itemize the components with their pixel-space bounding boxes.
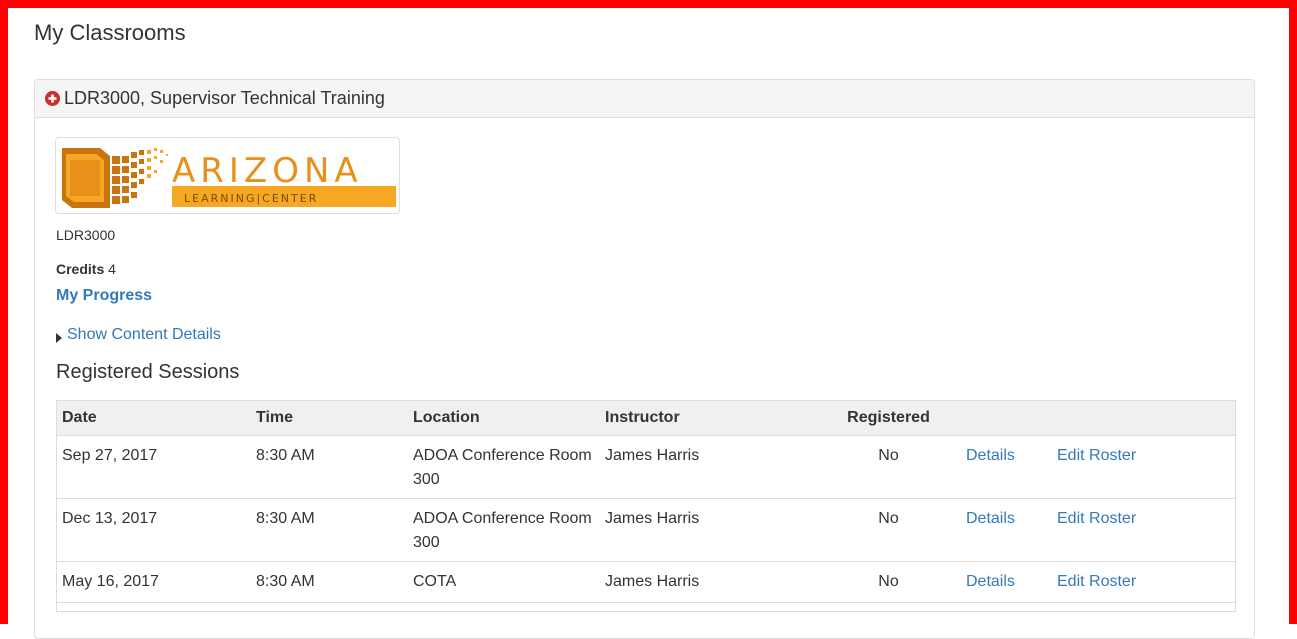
cell-instructor: James Harris — [600, 435, 811, 499]
table-row: May 16, 2017 8:30 AM COTA James Harris N… — [57, 561, 1235, 603]
classroom-panel: LDR3000, Supervisor Technical Training A… — [34, 79, 1255, 639]
caret-right-icon — [56, 330, 62, 343]
cell-date: Dec 13, 2017 — [57, 498, 251, 562]
panel-header[interactable]: LDR3000, Supervisor Technical Training — [35, 80, 1254, 118]
details-link[interactable]: Details — [966, 447, 1015, 464]
cell-location: ADOA Conference Room 300 — [408, 498, 600, 562]
cell-edit: Edit Roster — [1052, 498, 1235, 562]
show-content-details-toggle[interactable]: Show Content Details — [56, 326, 221, 344]
logo-sub: LEARNING|CENTER — [184, 192, 318, 205]
course-code: LDR3000 — [56, 227, 116, 243]
cell-time: 8:30 AM — [251, 498, 408, 562]
my-progress-link[interactable]: My Progress — [56, 287, 152, 305]
table-row: Sep 27, 2017 8:30 AM ADOA Conference Roo… — [57, 435, 1235, 499]
table-header-row: Date Time Location Instructor Registered — [57, 401, 1235, 436]
cell-registered: No — [811, 561, 961, 603]
page-title: My Classrooms — [34, 20, 186, 45]
cell-registered: No — [811, 435, 961, 499]
course-title: LDR3000, Supervisor Technical Training — [64, 88, 385, 108]
edit-roster-link[interactable]: Edit Roster — [1057, 510, 1136, 527]
column-header-edit — [1052, 401, 1235, 436]
cell-instructor: James Harris — [600, 561, 811, 603]
edit-roster-link[interactable]: Edit Roster — [1057, 447, 1136, 464]
cell-time: 8:30 AM — [251, 561, 408, 603]
cell-location: ADOA Conference Room 300 — [408, 435, 600, 499]
cell-date: May 16, 2017 — [57, 561, 251, 603]
cell-edit: Edit Roster — [1052, 435, 1235, 499]
credits-value: 4 — [108, 261, 116, 277]
cell-location: COTA — [408, 561, 600, 603]
cell-details: Details — [961, 498, 1052, 562]
arizona-learning-center-logo: ARIZONA LEARNING|CENTER — [55, 137, 400, 214]
cell-time: 8:30 AM — [251, 435, 408, 499]
cell-registered: No — [811, 498, 961, 562]
edit-roster-link[interactable]: Edit Roster — [1057, 573, 1136, 590]
show-content-details-label: Show Content Details — [67, 326, 221, 343]
column-header-time: Time — [251, 401, 408, 436]
credits-label: Credits — [56, 261, 105, 277]
plus-circle-icon[interactable] — [45, 91, 60, 106]
cell-details: Details — [961, 561, 1052, 603]
column-header-registered: Registered — [811, 401, 961, 436]
credits: Credits 4 — [56, 261, 116, 277]
column-header-date: Date — [57, 401, 251, 436]
logo-word: ARIZONA — [172, 151, 363, 191]
cell-instructor: James Harris — [600, 498, 811, 562]
column-header-instructor: Instructor — [600, 401, 811, 436]
registered-sessions-title: Registered Sessions — [56, 361, 240, 383]
table-row: Dec 13, 2017 8:30 AM ADOA Conference Roo… — [57, 498, 1235, 562]
details-link[interactable]: Details — [966, 510, 1015, 527]
cell-edit: Edit Roster — [1052, 561, 1235, 603]
column-header-location: Location — [408, 401, 600, 436]
sessions-table: Date Time Location Instructor Registered… — [56, 400, 1236, 612]
details-link[interactable]: Details — [966, 573, 1015, 590]
column-header-details — [961, 401, 1052, 436]
cell-details: Details — [961, 435, 1052, 499]
cell-date: Sep 27, 2017 — [57, 435, 251, 499]
